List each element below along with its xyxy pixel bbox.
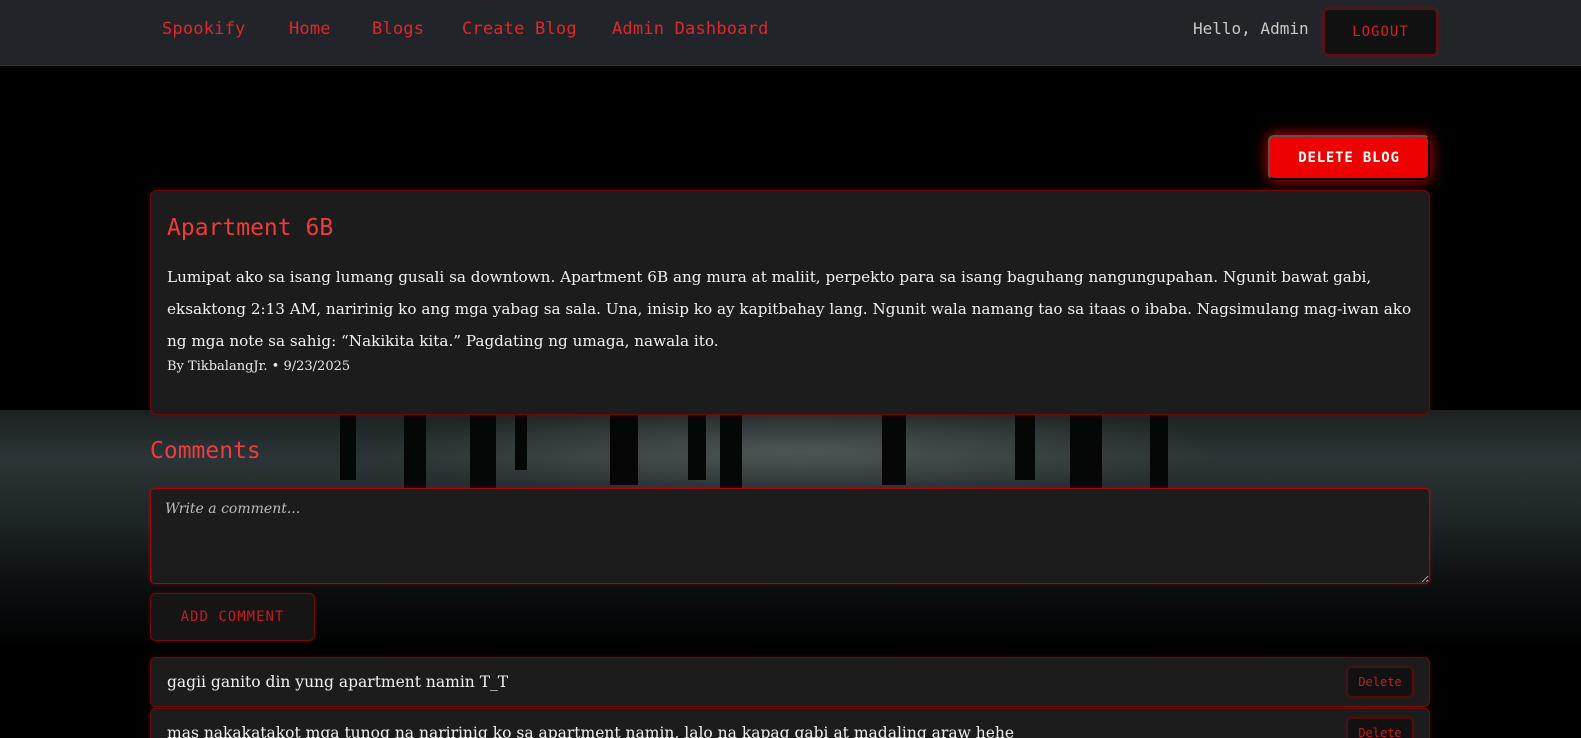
comment-text: gagii ganito din yung apartment namin T_… [167, 673, 509, 691]
add-comment-button[interactable]: ADD COMMENT [150, 593, 315, 641]
logout-button[interactable]: LOGOUT [1324, 9, 1437, 55]
comment-input[interactable] [150, 488, 1430, 584]
user-greeting: Hello, Admin [1193, 19, 1309, 38]
page: Spookify Home Blogs Create Blog Admin Da… [0, 0, 1581, 738]
delete-comment-button[interactable]: Delete [1347, 667, 1413, 697]
comment-text: mas nakakatakot mga tunog na naririnig k… [167, 724, 1015, 738]
comment-item: mas nakakatakot mga tunog na naririnig k… [150, 708, 1430, 738]
navbar: Spookify Home Blogs Create Blog Admin Da… [0, 0, 1581, 66]
nav-link-admin-dashboard[interactable]: Admin Dashboard [612, 19, 769, 39]
nav-link-create-blog[interactable]: Create Blog [462, 19, 577, 39]
blog-post-card: Apartment 6B Lumipat ako sa isang lumang… [150, 190, 1430, 415]
nav-link-home[interactable]: Home [289, 19, 331, 39]
nav-link-blogs[interactable]: Blogs [372, 19, 424, 39]
delete-comment-button[interactable]: Delete [1347, 718, 1413, 738]
delete-blog-button[interactable]: DELETE BLOG [1268, 135, 1430, 180]
post-meta: By TikbalangJr. • 9/23/2025 [167, 359, 351, 374]
post-body: Lumipat ako sa isang lumang gusali sa do… [167, 268, 1412, 350]
comment-item: gagii ganito din yung apartment namin T_… [150, 657, 1430, 707]
comments-heading: Comments [150, 438, 261, 464]
nav-brand-link[interactable]: Spookify [162, 19, 245, 39]
post-title: Apartment 6B [167, 215, 334, 241]
